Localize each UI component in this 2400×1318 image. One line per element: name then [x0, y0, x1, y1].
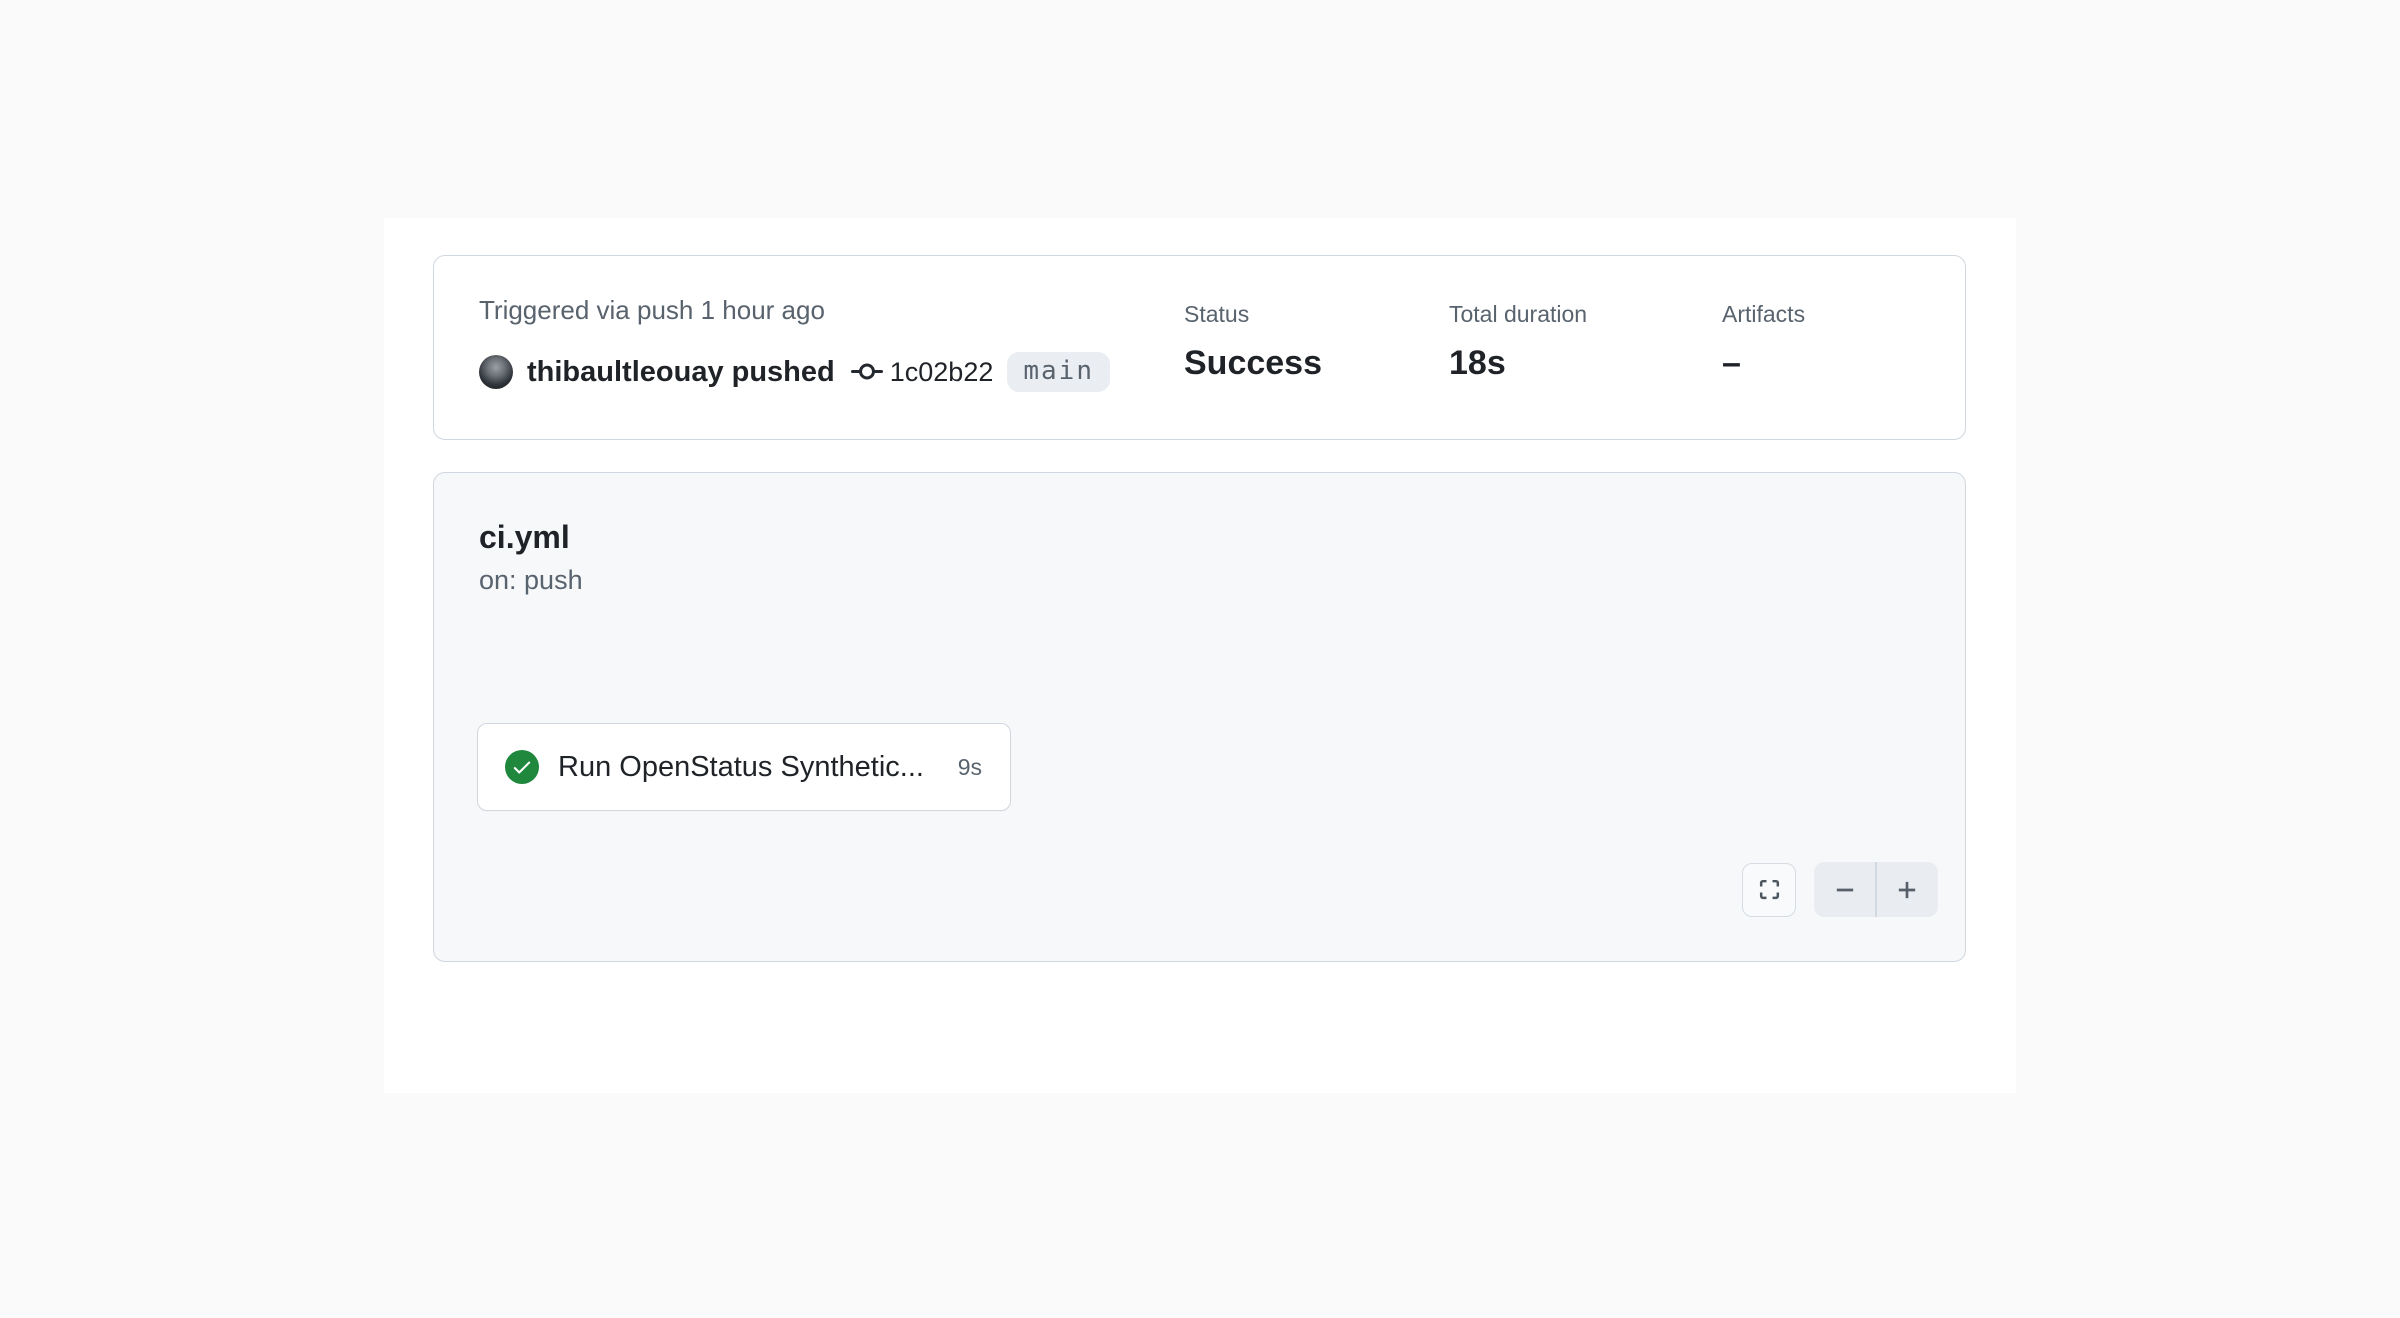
git-commit-icon	[851, 356, 883, 388]
stat-status: Status Success	[1184, 299, 1322, 383]
run-summary-card: Triggered via push 1 hour ago thibaultle…	[433, 255, 1966, 440]
job-node[interactable]: Run OpenStatus Synthetic... 9s	[477, 723, 1011, 811]
stat-artifacts: Artifacts –	[1722, 299, 1805, 383]
minus-icon	[1831, 876, 1859, 904]
branch-badge[interactable]: main	[1007, 352, 1110, 392]
content-surface: Triggered via push 1 hour ago thibaultle…	[384, 218, 2016, 1093]
check-circle-icon	[505, 750, 539, 784]
workflow-graph-panel: ci.yml on: push Run OpenStatus Synthetic…	[433, 472, 1966, 962]
stat-value: –	[1722, 343, 1805, 383]
stat-label: Status	[1184, 299, 1322, 329]
workflow-file-name: ci.yml	[479, 517, 570, 557]
commit-sha: 1c02b22	[890, 357, 994, 388]
zoom-controls	[1814, 862, 1938, 917]
actor-name: thibaultleouay pushed	[527, 356, 835, 389]
job-name: Run OpenStatus Synthetic...	[558, 751, 944, 784]
job-duration: 9s	[958, 754, 982, 781]
actor-row: thibaultleouay pushed 1c02b22 main	[479, 349, 1110, 395]
zoom-in-button[interactable]	[1877, 862, 1938, 917]
stat-total-duration: Total duration 18s	[1449, 299, 1587, 383]
fullscreen-button[interactable]	[1742, 863, 1796, 917]
trigger-summary-text: Triggered via push 1 hour ago	[479, 294, 825, 326]
plus-icon	[1893, 876, 1921, 904]
stat-value: 18s	[1449, 343, 1587, 383]
graph-controls	[1742, 862, 1938, 917]
screen-full-icon	[1756, 876, 1783, 903]
workflow-trigger: on: push	[479, 563, 583, 597]
stat-label: Total duration	[1449, 299, 1587, 329]
commit-link[interactable]: 1c02b22	[851, 356, 994, 388]
zoom-out-button[interactable]	[1814, 862, 1875, 917]
avatar[interactable]	[479, 355, 513, 389]
stat-label: Artifacts	[1722, 299, 1805, 329]
stat-value: Success	[1184, 343, 1322, 383]
